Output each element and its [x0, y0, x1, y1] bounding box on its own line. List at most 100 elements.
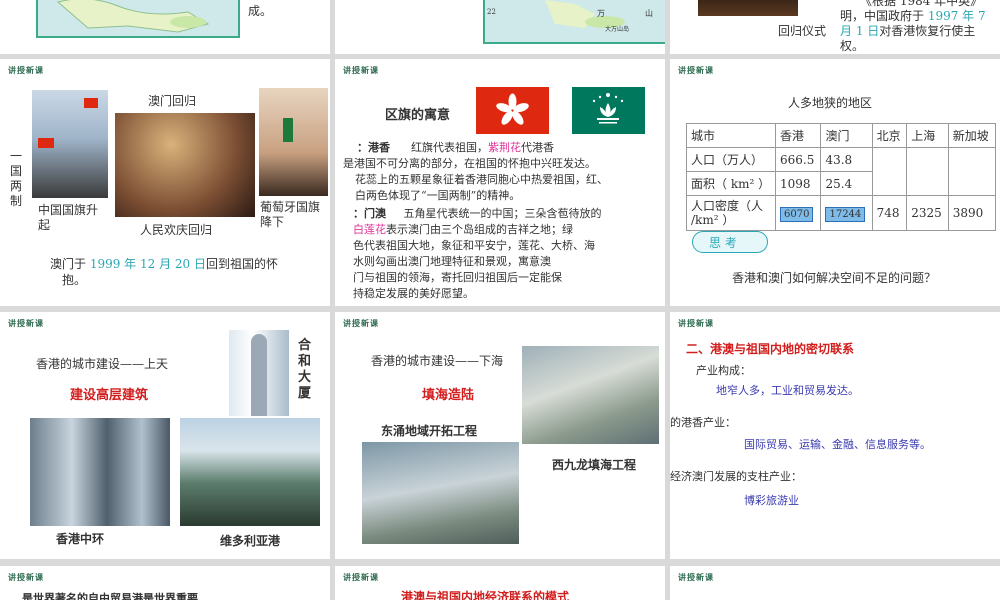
slide-header: 讲授新课 [343, 573, 379, 582]
table-cell: 人口（万人） [686, 147, 776, 172]
table-cell [947, 147, 997, 196]
table-cell: 2325 [906, 195, 949, 231]
table-cell: 666.5 [774, 147, 822, 172]
macau-flag-icon [572, 87, 645, 134]
slide-7[interactable]: 讲授新课 香港的城市建设——上天 建设高层建筑 合和大厦 香港中环 维多利亚港 [0, 312, 330, 559]
flag-raising-photo [32, 90, 108, 198]
s5-hk-l3: 花蕊上的五颗星象征着香港同胞心中热爱祖国，红、 [355, 173, 608, 186]
table-cell: 3890 [947, 195, 997, 231]
slide-9[interactable]: 讲授新课 二、港澳与祖国内地的密切联系 产业构成： 地窄人多，工业和贸易发达。 … [670, 312, 1000, 559]
table-cell: 748 [871, 195, 908, 231]
s7-title: 香港的城市建设——上天 [36, 357, 169, 371]
s5-mo-l6: 持稳定发展的美好愿望。 [353, 287, 474, 300]
flag-icon [84, 98, 98, 108]
skyscraper-photo [229, 330, 289, 416]
ceremony-photo [698, 0, 798, 16]
highlight-value: 6070 [780, 207, 814, 222]
slide-5[interactable]: 讲授新课 区旗的寓意 ：港香 红旗代表祖国，紫荆花代港香 是港国不可分离的部分，… [335, 59, 665, 306]
s5-hk-l4: 白两色体现了“一国两制”的精神。 [355, 189, 521, 202]
tung-chung-photo [362, 442, 519, 544]
map-label-1: 万 [597, 9, 605, 18]
hong-kong-map [36, 0, 240, 38]
highlight-value: 17244 [825, 207, 866, 222]
islands-map: 22 万 山 大万山岛 [483, 0, 665, 44]
crowd-photo [115, 113, 255, 217]
s9-l4: 国际贸易、运输、金融、信息服务等。 [744, 438, 931, 451]
s8-title: 香港的城市建设——下海 [371, 354, 504, 368]
west-kowloon-photo [522, 346, 659, 444]
slide-header: 讲授新课 [343, 66, 379, 75]
s4-cap2: 人民欢庆回归 [140, 223, 213, 237]
table-cell: 17244 [820, 195, 873, 231]
table-header-cell: 新加坡 [947, 123, 997, 148]
s9-l2: 地窄人多，工业和贸易发达。 [716, 384, 859, 397]
map-grid-num: 22 [487, 8, 496, 16]
table-header-cell: 香港 [774, 123, 822, 148]
s9-l6: 博彩旅游业 [744, 494, 799, 507]
bauhinia-icon [496, 93, 529, 125]
slide-header: 讲授新课 [678, 319, 714, 328]
s7-cap2: 维多利亚港 [220, 534, 281, 548]
table-cell: 25.4 [820, 171, 873, 196]
table-cell: 1098 [774, 171, 822, 196]
slide-11[interactable]: 讲授新课 港澳与祖国内地经济联系的模式 [335, 566, 665, 600]
slide-3[interactable]: 《根据 1984 年中英》 明，中国政府于 1997 年 7 回归仪式 月 1 … [670, 0, 1000, 54]
s9-title: 二、港澳与祖国内地的密切联系 [686, 342, 855, 356]
s5-mo-l5: 门与祖国的领海，寄托回归祖国后一定能保 [353, 271, 562, 284]
s9-l5: 经济澳门发展的支柱产业： [670, 470, 802, 483]
slide-10[interactable]: 讲授新课 是世界著名的自由贸易港是世界重要 [0, 566, 330, 600]
victoria-harbour-photo [180, 418, 320, 526]
slide-1[interactable]: 成。 [0, 0, 330, 54]
hk-flag-icon [476, 87, 549, 134]
s4-bottom: 澳门于 1999 年 12 月 20 日回到祖国的怀 [50, 257, 278, 271]
s8-cap1: 东涌地域开拓工程 [381, 424, 478, 438]
table-header-row: 城市 香港 澳门 北京 上海 新加坡 [686, 123, 997, 148]
s4-cap3: 葡萄牙国旗降下 [260, 200, 321, 229]
slide-header: 讲授新课 [678, 66, 714, 75]
s4-side: 一国两制 [10, 149, 23, 208]
slide-4[interactable]: 讲授新课 澳门回归 一国两制 中国国旗升起 人民欢庆回归 葡萄牙国旗降下 澳门于… [0, 59, 330, 306]
table-header-cell: 北京 [871, 123, 908, 148]
think-cloud-icon: 思 考 [692, 231, 768, 253]
s6-question: 香港和澳门如何解决空间不足的问题？ [732, 271, 937, 285]
s4-title: 澳门回归 [148, 94, 197, 108]
tower-shape [251, 334, 267, 416]
s11-text: 港澳与祖国内地经济联系的模式 [401, 590, 570, 600]
s4-cap1: 中国国旗升起 [38, 203, 99, 232]
s7-cap1: 香港中环 [56, 532, 105, 546]
map-label-2: 山 [645, 9, 653, 18]
map-islands [56, 0, 210, 33]
table-header-cell: 澳门 [820, 123, 873, 148]
map-label-3: 大万山岛 [605, 26, 630, 33]
lotus-icon [592, 93, 624, 124]
table-cell: 6070 [774, 195, 822, 231]
slide-header: 讲授新课 [343, 319, 379, 328]
s5-mo-l1: ：门澳 五角星代表统一的中国；三朵含苞待放的 [353, 207, 602, 220]
slide-12[interactable]: 讲授新课 [670, 566, 1000, 600]
s5-mo-l4: 水则勾画出澳门地理特征和景观，寓意澳 [353, 255, 551, 268]
flag-icon [38, 138, 54, 148]
slide-header: 讲授新课 [8, 319, 44, 328]
table-row: 人口（万人） 666.5 43.8 [686, 147, 997, 196]
slide-8[interactable]: 讲授新课 香港的城市建设——下海 填海造陆 东涌地域开拓工程 西九龙填海工程 [335, 312, 665, 559]
s5-title: 区旗的寓意 [385, 108, 451, 123]
table-cell: 面积（ km² ） [686, 171, 776, 196]
slide-2[interactable]: 22 万 山 大万山岛 [335, 0, 665, 54]
portugal-flag-photo [259, 88, 328, 196]
table-cell: 43.8 [820, 147, 873, 172]
s9-l1: 产业构成： [696, 364, 751, 377]
s3-line4: 权。 [840, 39, 865, 53]
flag-icon [283, 118, 293, 142]
s5-mo-l3: 色代表祖国大地，象征和平安宁，莲花、大桥、海 [353, 239, 595, 252]
s3-caption: 回归仪式 [778, 24, 827, 38]
central-photo [30, 418, 170, 526]
s6-title: 人多地狭的地区 [788, 96, 873, 110]
density-table: 城市 香港 澳门 北京 上海 新加坡 人口（万人） 666.5 43.8 面积（… [686, 123, 997, 231]
table-cell [871, 147, 908, 196]
slide-6[interactable]: 讲授新课 人多地狭的地区 城市 香港 澳门 北京 上海 新加坡 人口（万人） 6… [670, 59, 1000, 306]
s1-text: 成。 [248, 4, 273, 18]
map-islands-2 [545, 0, 625, 28]
s7-side: 合和大厦 [298, 338, 312, 401]
s8-cap2: 西九龙填海工程 [552, 458, 637, 472]
s10-text: 是世界著名的自由贸易港是世界重要 [22, 592, 198, 600]
